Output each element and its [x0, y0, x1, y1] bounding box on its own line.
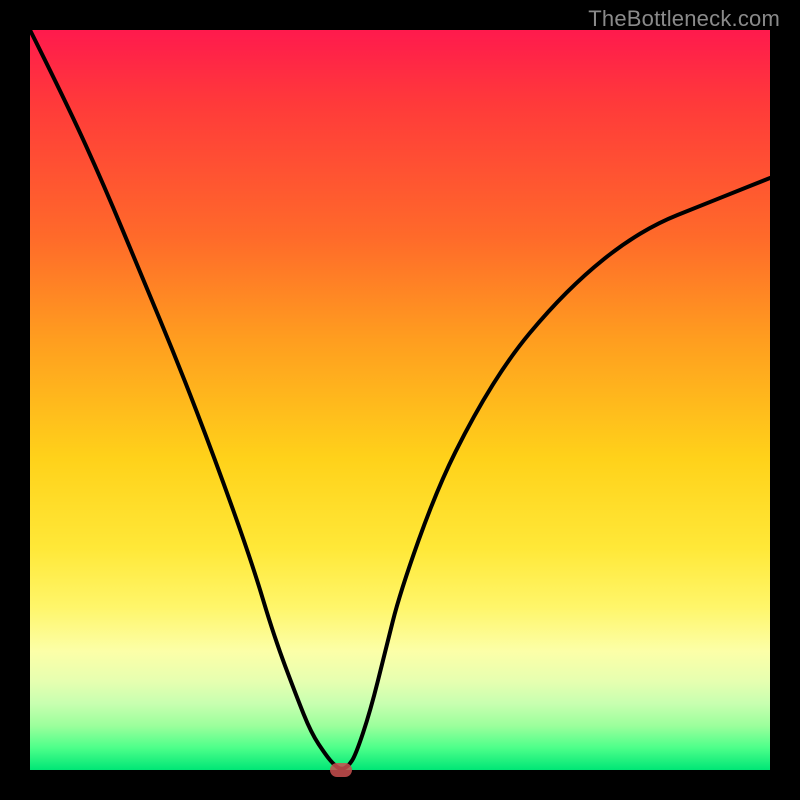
chart-frame: TheBottleneck.com [0, 0, 800, 800]
optimal-point-marker [330, 763, 352, 777]
bottleneck-curve [30, 30, 770, 770]
watermark-text: TheBottleneck.com [588, 6, 780, 32]
plot-area [30, 30, 770, 770]
